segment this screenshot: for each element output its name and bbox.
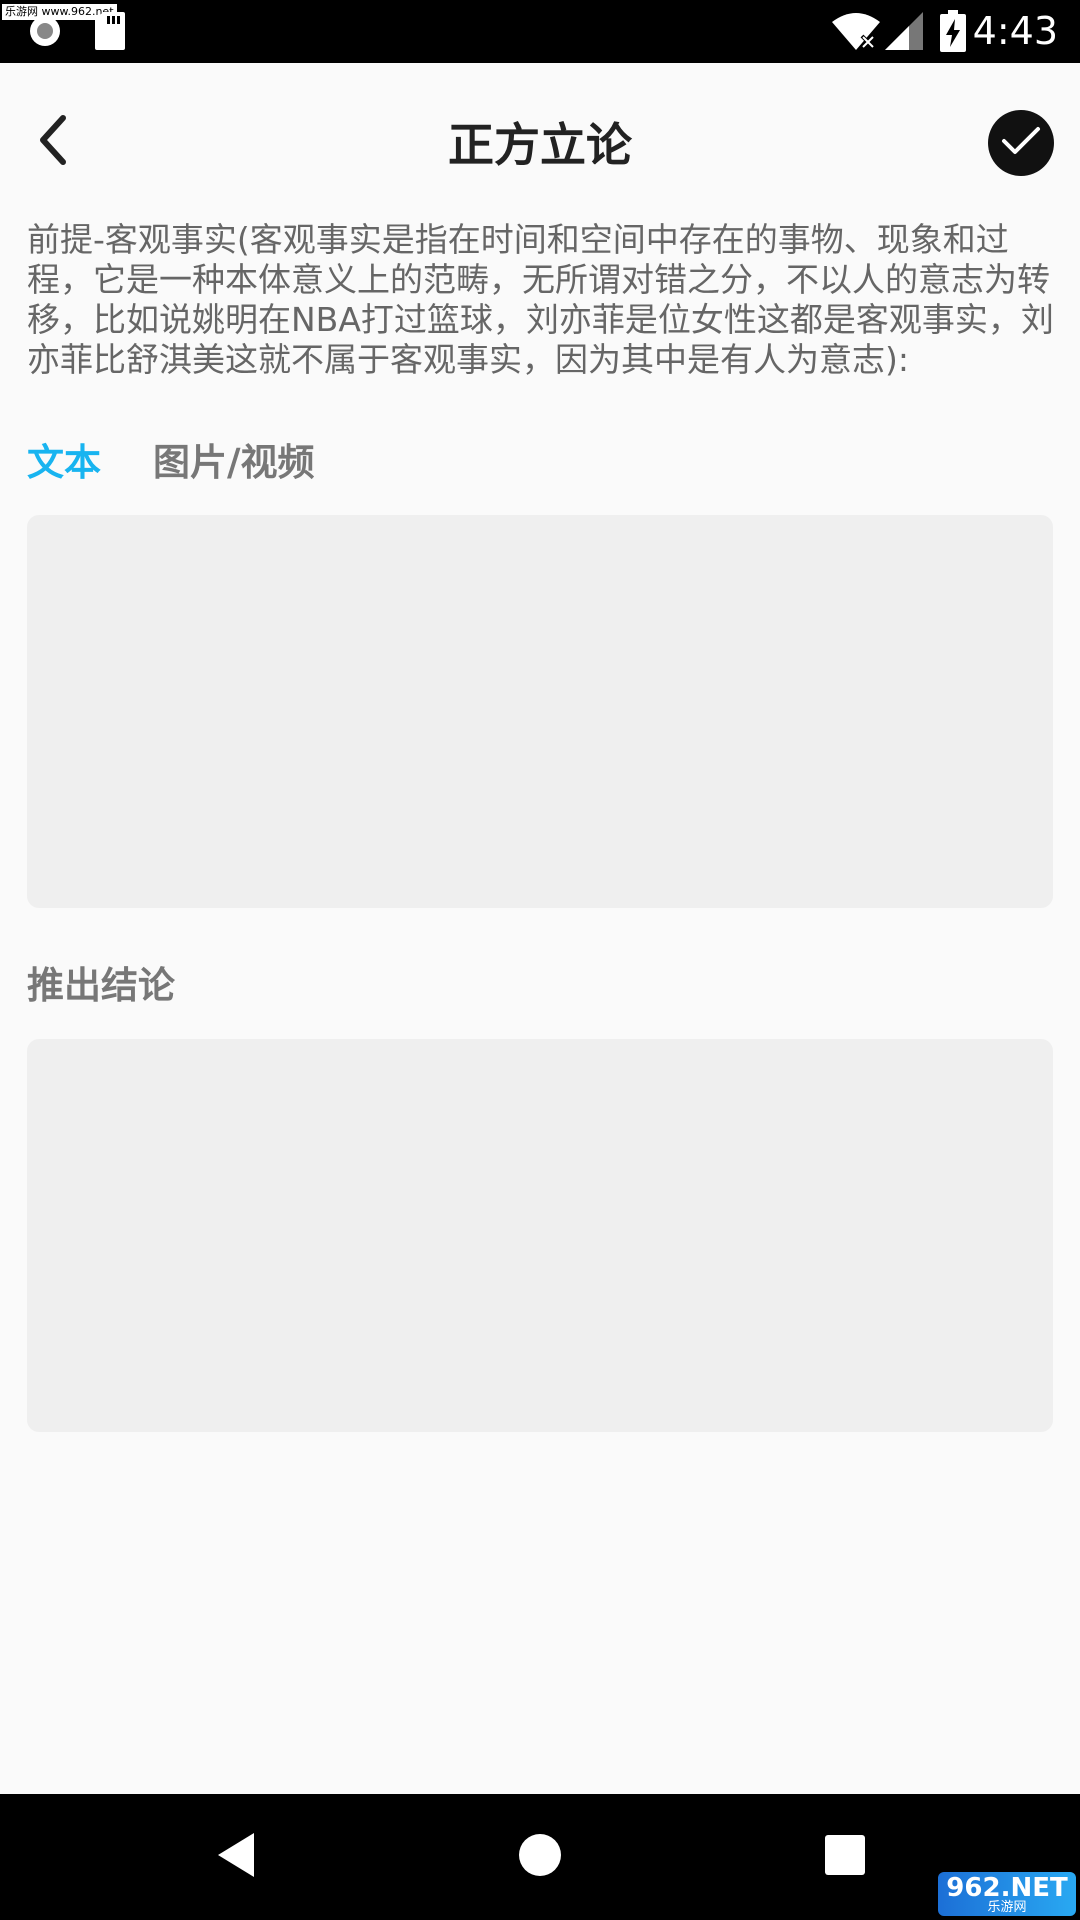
- nav-home-icon: [518, 1833, 562, 1881]
- tab-text[interactable]: 文本: [27, 437, 101, 489]
- signal-icon: [885, 12, 923, 54]
- conclusion-label: 推出结论: [27, 964, 175, 1007]
- clock: 4:43: [972, 9, 1058, 53]
- premise-input[interactable]: [27, 515, 1053, 908]
- nav-back-button[interactable]: [201, 1822, 271, 1892]
- conclusion-input[interactable]: [27, 1039, 1053, 1432]
- logo-main: 962.NET: [946, 1873, 1068, 1903]
- logo-sub: 乐游网: [987, 1900, 1027, 1915]
- nav-recent-icon: [825, 1835, 865, 1879]
- app-screen: 乐游网 www.962.net 4:43 正方立论 前提-客观事实(客观事实是指…: [0, 0, 1080, 1920]
- nav-home-button[interactable]: [505, 1822, 575, 1892]
- record-icon: [28, 14, 62, 52]
- battery-charging-icon: [940, 10, 966, 56]
- tab-image-video[interactable]: 图片/视频: [153, 437, 315, 489]
- input-type-tabs: 文本 图片/视频: [27, 437, 367, 489]
- site-logo: 962.NET 乐游网: [938, 1872, 1076, 1916]
- wifi-off-icon: [832, 12, 880, 54]
- nav-recent-button[interactable]: [810, 1822, 880, 1892]
- premise-description: 前提-客观事实(客观事实是指在时间和空间中存在的事物、现象和过程，它是一种本体意…: [27, 220, 1054, 379]
- check-icon: [1001, 126, 1041, 160]
- navigation-bar: [0, 1794, 1080, 1920]
- page-title: 正方立论: [448, 118, 632, 172]
- confirm-button[interactable]: [988, 110, 1054, 176]
- header: 正方立论: [0, 63, 1080, 223]
- nav-back-icon: [214, 1831, 258, 1883]
- status-bar: 乐游网 www.962.net 4:43: [0, 0, 1080, 63]
- sd-card-icon: [95, 12, 125, 54]
